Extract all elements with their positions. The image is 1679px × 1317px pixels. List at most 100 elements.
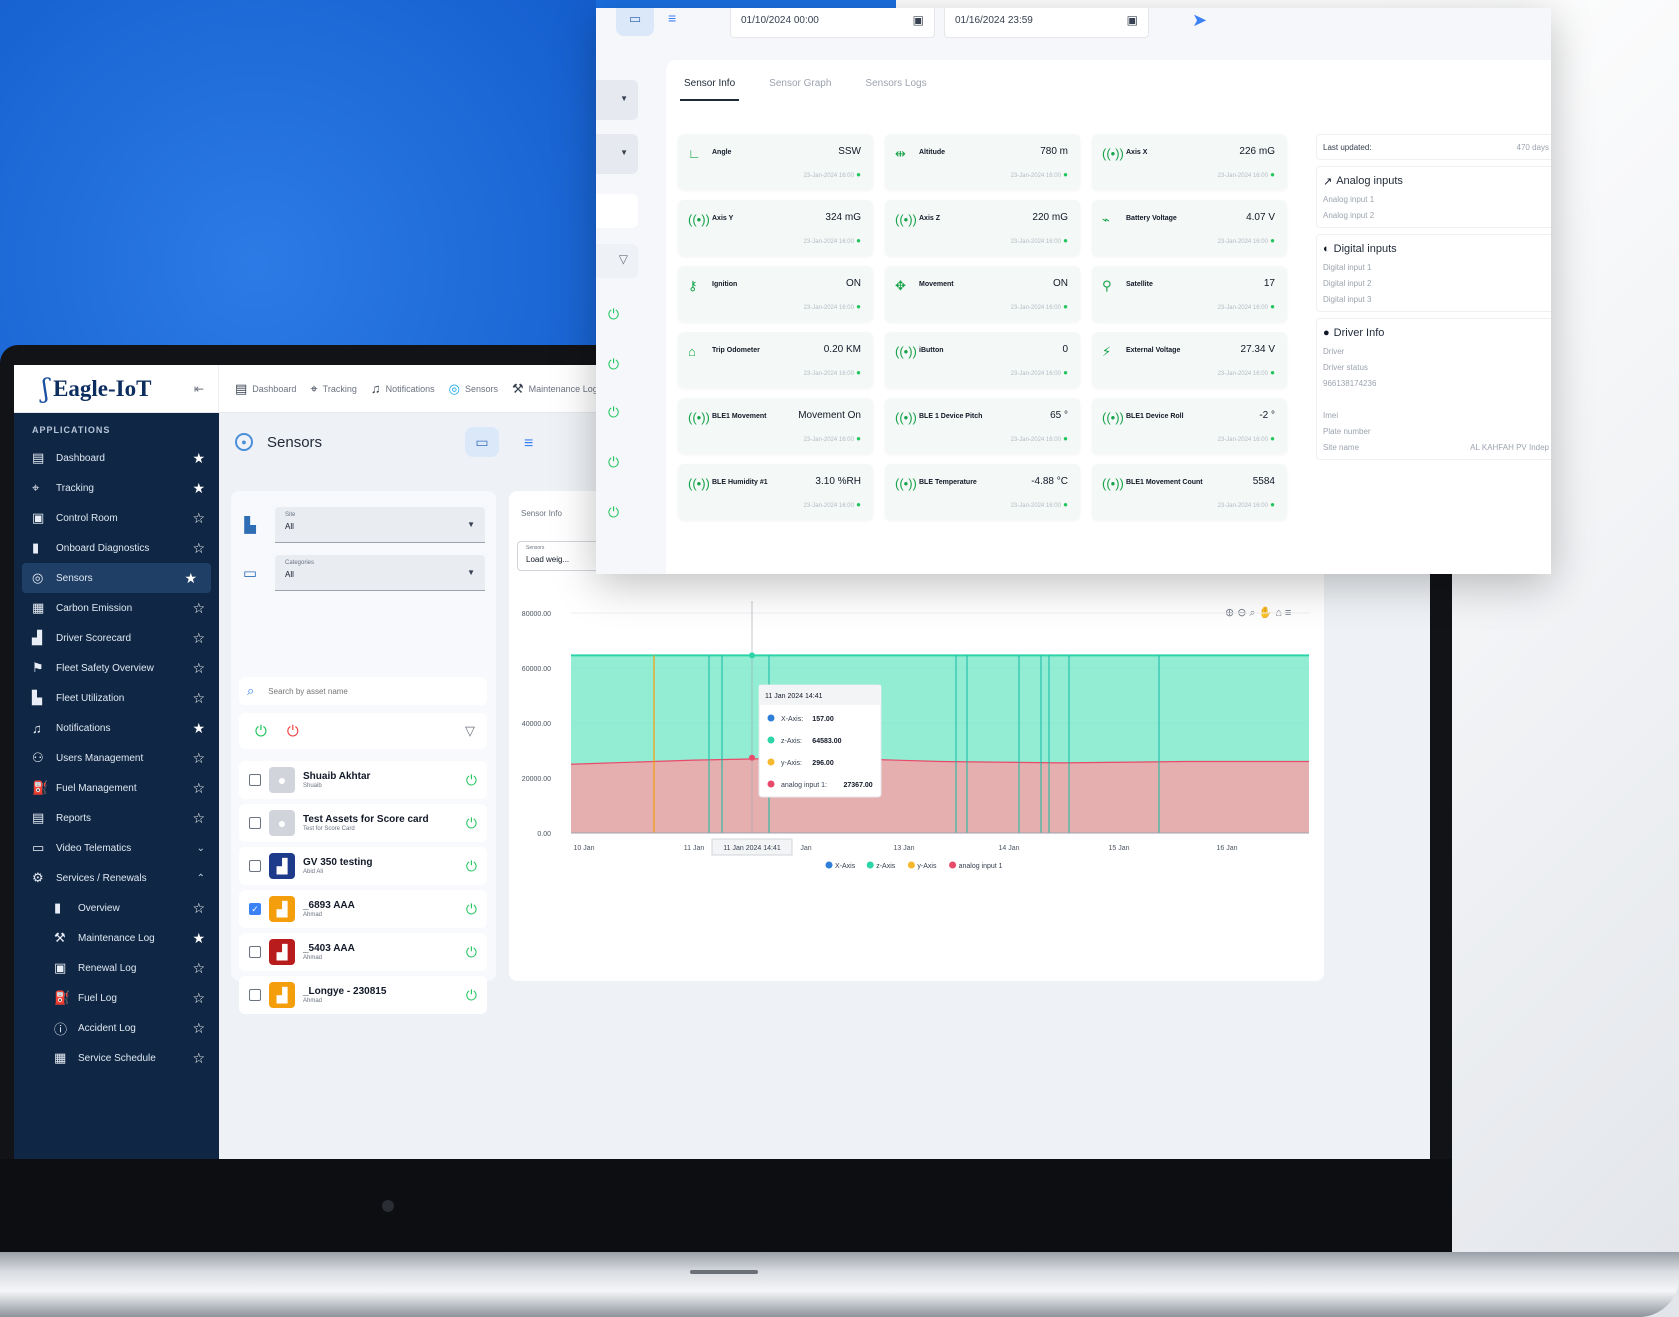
collapsed-filter[interactable]: ▽ [596, 244, 638, 278]
sensor-tile-axis-z[interactable]: ((•)) Axis Z 220 mG 23-Jan-2024 16:00 ● [885, 200, 1080, 256]
sidebar-item-tracking[interactable]: ⌖ Tracking ★ [14, 473, 219, 503]
tab-sensors-logs[interactable]: Sensors Logs [861, 70, 930, 101]
filter-icon[interactable]: ≡ [524, 435, 533, 453]
top-nav-notifications[interactable]: ♫ Notifications [371, 381, 435, 396]
tab-sensor-info[interactable]: Sensor Info [680, 70, 740, 101]
power-on-icon[interactable]: ⏻ [608, 404, 619, 421]
asset-row[interactable]: ▟ _Longye - 230815 Ahmad ⏻ [239, 976, 487, 1014]
star-outline-icon[interactable]: ☆ [192, 630, 205, 647]
star-outline-icon[interactable]: ☆ [192, 510, 205, 527]
sensor-tile-ble1-device-roll[interactable]: ((•)) BLE1 Device Roll -2 ° 23-Jan-2024 16:… [1092, 398, 1287, 454]
star-outline-icon[interactable]: ☆ [192, 810, 205, 827]
star-outline-icon[interactable]: ☆ [192, 960, 205, 977]
sensor-tile-trip-odometer[interactable]: ⌂ Trip Odometer 0.20 KM 23-Jan-2024 16:00 ● [678, 332, 873, 388]
sensor-tile-ble-temperature[interactable]: ((•)) BLE Temperature -4.88 °C 23-Jan-2024 … [885, 464, 1080, 520]
asset-checkbox[interactable] [249, 774, 261, 786]
sensor-tile-axis-y[interactable]: ((•)) Axis Y 324 mG 23-Jan-2024 16:00 ● [678, 200, 873, 256]
sensor-tile-external-voltage[interactable]: ⚡ External Voltage 27.34 V 23-Jan-2024 16:0… [1092, 332, 1287, 388]
asset-row[interactable]: ▟ _5403 AAA Ahmad ⏻ [239, 933, 487, 971]
top-nav-sensors[interactable]: ◎ Sensors [449, 381, 498, 397]
site-select[interactable]: Site All ▼ [275, 507, 485, 543]
collapsed-search[interactable] [596, 194, 638, 228]
power-on-icon[interactable]: ⏻ [466, 901, 477, 918]
asset-checkbox[interactable] [249, 860, 261, 872]
category-select[interactable]: Categories All ▼ [275, 555, 485, 591]
sidebar-item-notifications[interactable]: ♫ Notifications ★ [14, 713, 219, 743]
star-filled-icon[interactable]: ★ [192, 720, 205, 737]
sidebar-item-maintenance-log[interactable]: ⚒ Maintenance Log ★ [14, 923, 219, 953]
power-on-icon[interactable]: ⏻ [466, 987, 477, 1004]
asset-checkbox[interactable] [249, 946, 261, 958]
star-outline-icon[interactable]: ☆ [192, 600, 205, 617]
asset-row[interactable]: ● Test Assets for Score card Test for Scor… [239, 804, 487, 842]
power-on-icon[interactable]: ⏻ [608, 504, 619, 521]
collapsed-select[interactable]: ▼ [596, 134, 638, 174]
calendar-icon[interactable]: ▣ [913, 13, 924, 27]
sensor-tile-altitude[interactable]: ⇹ Altitude 780 m 23-Jan-2024 16:00 ● [885, 134, 1080, 190]
star-outline-icon[interactable]: ☆ [192, 1050, 205, 1067]
star-outline-icon[interactable]: ☆ [192, 660, 205, 677]
top-nav-dashboard[interactable]: ▤ Dashboard [235, 381, 296, 397]
filter-icon[interactable]: ▽ [465, 723, 475, 739]
top-nav-tracking[interactable]: ⌖ Tracking [310, 381, 357, 397]
star-outline-icon[interactable]: ☆ [192, 1020, 205, 1037]
power-on-icon[interactable]: ⏻ [608, 306, 619, 323]
top-nav-maintenance-log[interactable]: ⚒ Maintenance Log [512, 381, 598, 397]
asset-checkbox[interactable] [249, 989, 261, 1001]
sidebar-item-users-management[interactable]: ⚇ Users Management ☆ [14, 743, 219, 773]
calendar-icon[interactable]: ▣ [1127, 13, 1138, 27]
star-filled-icon[interactable]: ★ [192, 930, 205, 947]
star-outline-icon[interactable]: ☆ [192, 780, 205, 797]
star-outline-icon[interactable]: ☆ [192, 990, 205, 1007]
star-filled-icon[interactable]: ★ [192, 450, 205, 467]
power-off-icon[interactable]: ⏻ [287, 723, 299, 740]
sidebar-item-reports[interactable]: ▤ Reports ☆ [14, 803, 219, 833]
sensor-tile-ble1-movement-count[interactable]: ((•)) BLE1 Movement Count 5584 23-Jan-2024 … [1092, 464, 1287, 520]
asset-row[interactable]: ● Shuaib Akhtar Shuaib ⏻ [239, 761, 487, 799]
star-outline-icon[interactable]: ☆ [192, 750, 205, 767]
sidebar-item-accident-log[interactable]: ⓘ Accident Log ☆ [14, 1013, 219, 1043]
power-on-icon[interactable]: ⏻ [608, 454, 619, 471]
filter-icon[interactable]: ≡ [668, 10, 676, 26]
chevron-up-icon[interactable]: ⌃ [197, 873, 205, 884]
sidebar-item-video-telematics[interactable]: ▭ Video Telematics ⌄ [14, 833, 219, 863]
sidebar-item-onboard-diagnostics[interactable]: ▮ Onboard Diagnostics ☆ [14, 533, 219, 563]
star-filled-icon[interactable]: ★ [192, 480, 205, 497]
star-filled-icon[interactable]: ★ [184, 570, 197, 587]
sidebar-item-sensors[interactable]: ◎ Sensors ★ [22, 563, 211, 593]
sensor-tile-angle[interactable]: ∟ Angle SSW 23-Jan-2024 16:00 ● [678, 134, 873, 190]
sidebar-item-dashboard[interactable]: ▤ Dashboard ★ [14, 443, 219, 473]
sensor-tile-ble1-movement[interactable]: ((•)) BLE1 Movement Movement On 23-Jan-2024… [678, 398, 873, 454]
vehicle-view-button[interactable]: ▭ [465, 427, 499, 457]
tab-sensor-graph[interactable]: Sensor Graph [765, 70, 835, 101]
send-icon[interactable]: ➤ [1192, 10, 1207, 31]
sidebar-item-fuel-management[interactable]: ⛽ Fuel Management ☆ [14, 773, 219, 803]
tab-sensor-info[interactable]: Sensor Info [521, 509, 562, 518]
sensor-tile-ble-humidity-1[interactable]: ((•)) BLE Humidity #1 3.10 %RH 23-Jan-2024 … [678, 464, 873, 520]
chevron-down-icon[interactable]: ⌄ [197, 843, 205, 854]
sidebar-item-fuel-log[interactable]: ⛽ Fuel Log ☆ [14, 983, 219, 1013]
star-outline-icon[interactable]: ☆ [192, 690, 205, 707]
vehicle-view-button[interactable]: ▭ [616, 8, 654, 36]
date-to-field[interactable]: 01/16/2024 23:59 ▣ [944, 8, 1149, 38]
power-on-icon[interactable]: ⏻ [466, 815, 477, 832]
asset-row[interactable]: ✓ ▟ _6893 AAA Ahmad ⏻ [239, 890, 487, 928]
power-on-icon[interactable]: ⏻ [255, 723, 267, 740]
sensor-tile-satellite[interactable]: ⚲ Satellite 17 23-Jan-2024 16:00 ● [1092, 266, 1287, 322]
sensor-tile-ibutton[interactable]: ((•)) iButton 0 23-Jan-2024 16:00 ● [885, 332, 1080, 388]
asset-checkbox[interactable]: ✓ [249, 903, 261, 915]
sidebar-item-service-schedule[interactable]: ▦ Service Schedule ☆ [14, 1043, 219, 1073]
sensor-tile-ignition[interactable]: ⚷ Ignition ON 23-Jan-2024 16:00 ● [678, 266, 873, 322]
collapsed-select[interactable]: ▼ [596, 80, 638, 120]
sidebar-item-services-renewals[interactable]: ⚙ Services / Renewals ⌃ [14, 863, 219, 893]
sidebar-item-carbon-emission[interactable]: ▦ Carbon Emission ☆ [14, 593, 219, 623]
star-outline-icon[interactable]: ☆ [192, 900, 205, 917]
sensor-tile-ble-1-device-pitch[interactable]: ((•)) BLE 1 Device Pitch 65 ° 23-Jan-2024 1… [885, 398, 1080, 454]
sensor-tile-movement[interactable]: ✥ Movement ON 23-Jan-2024 16:00 ● [885, 266, 1080, 322]
power-on-icon[interactable]: ⏻ [466, 858, 477, 875]
power-on-icon[interactable]: ⏻ [466, 944, 477, 961]
date-from-field[interactable]: 01/10/2024 00:00 ▣ [730, 8, 935, 38]
power-on-icon[interactable]: ⏻ [466, 772, 477, 789]
search-input[interactable] [268, 686, 449, 696]
sidebar-item-renewal-log[interactable]: ▣ Renewal Log ☆ [14, 953, 219, 983]
